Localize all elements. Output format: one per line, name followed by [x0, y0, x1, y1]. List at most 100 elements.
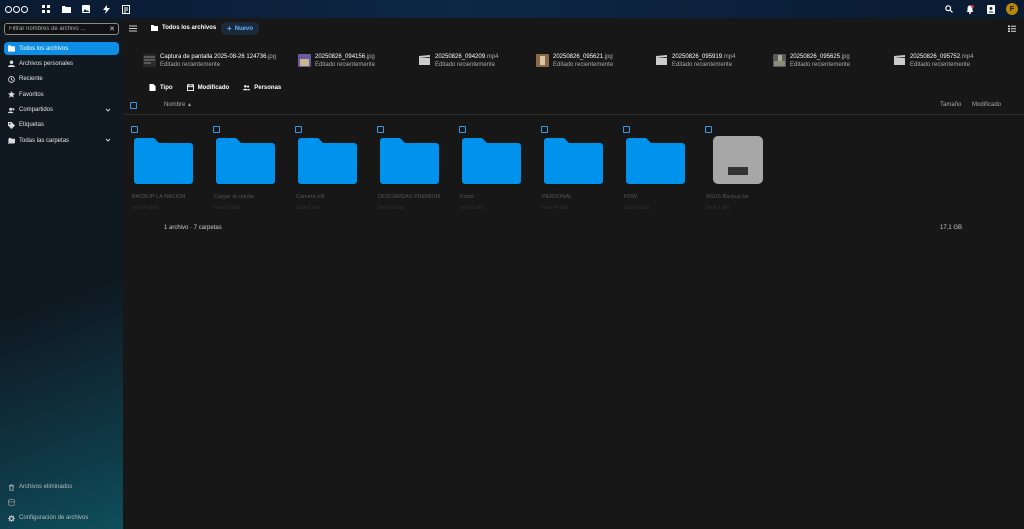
chevron-down-icon[interactable] [105, 107, 111, 113]
recent-file-ext: .mp4 [960, 54, 974, 60]
notes-icon[interactable] [120, 3, 132, 15]
tile-checkbox[interactable] [705, 126, 712, 133]
share-icon [8, 107, 15, 113]
view-toggle-icon[interactable] [1008, 25, 1016, 32]
recent-file-status: Editado recientemente [435, 62, 496, 68]
sidebar-item-personal-files[interactable]: Archivos personales [4, 57, 119, 70]
sidebar-item-tags[interactable]: Etiquetas [4, 119, 119, 132]
select-all-checkbox[interactable] [130, 102, 137, 109]
filter-chips: Tipo Modificado Personas [149, 84, 281, 91]
sidebar-item-favorites[interactable]: Favoritos [4, 88, 119, 101]
tile-checkbox[interactable] [459, 126, 466, 133]
folder-icon [626, 138, 685, 184]
tile-date: hace 3 días [378, 205, 404, 211]
sidebar-item-storage[interactable] [4, 496, 119, 509]
recent-file-status: Editado recientemente [315, 62, 376, 68]
folder-tile[interactable]: PERSONAL hace 4 días [533, 123, 615, 213]
tile-checkbox[interactable] [623, 126, 630, 133]
folder-tile[interactable]: Cargar al celular hace 2 días [205, 123, 287, 213]
sidebar-item-all-folders[interactable]: Todas las carpetas [4, 134, 119, 147]
filter-field[interactable]: ✕ [4, 23, 119, 35]
folder-tile[interactable]: Camera roll hace 1 día [287, 123, 369, 213]
dashboard-icon[interactable] [40, 3, 52, 15]
recent-file[interactable]: 20250826_094209.mp4 Editado recientement… [418, 54, 498, 68]
recent-file-name: 20250826_095752 [910, 54, 961, 60]
tile-name: ASUS Backup.tar [706, 194, 749, 200]
recent-file[interactable]: Captura de pantalla 2025-08-26 124736.jp… [143, 54, 276, 68]
recent-file[interactable]: 20250826_095752.mp4 Editado recientement… [893, 54, 973, 68]
tag-icon [8, 121, 15, 129]
recent-file-ext: .mp4 [722, 54, 736, 60]
screenshot-thumbnail [143, 54, 156, 67]
filter-type[interactable]: Tipo [149, 84, 173, 91]
user-avatar[interactable]: F [1006, 3, 1018, 15]
activity-icon[interactable] [100, 3, 112, 15]
recent-file-status: Editado recientemente [553, 62, 614, 68]
folder-tile[interactable]: BACKUP LA NACION hace 4 días [123, 123, 205, 213]
notifications-icon[interactable] [964, 3, 976, 15]
tile-date: hace 1 día [296, 205, 320, 211]
sidebar-item-label: Todos los archivos [19, 45, 69, 52]
tile-checkbox[interactable] [131, 126, 138, 133]
tile-name: POW [624, 194, 638, 200]
summary-count: 1 archivo · 7 carpetas [164, 225, 222, 231]
sidebar-item-shared[interactable]: Compartidos [4, 104, 119, 117]
sidebar-item-files-settings[interactable]: Configuración de archivos [4, 512, 119, 525]
tile-name: Fotos [460, 194, 474, 200]
tile-checkbox[interactable] [541, 126, 548, 133]
menu-toggle-icon[interactable] [129, 25, 137, 32]
recent-file-status: Editado recientemente [790, 62, 851, 68]
filter-people[interactable]: Personas [243, 84, 281, 91]
tile-checkbox[interactable] [213, 126, 220, 133]
sidebar-item-all-files[interactable]: Todos los archivos [4, 42, 119, 55]
sidebar-item-label: Etiquetas [19, 122, 45, 129]
filter-label: Modificado [197, 84, 230, 91]
recent-file[interactable]: 20250826_094156.jpg Editado recientement… [298, 54, 375, 68]
tile-checkbox[interactable] [295, 126, 302, 133]
list-summary: 1 archivo · 7 carpetas 17,1 GB [123, 219, 1024, 237]
recent-file[interactable]: 20250826_095919.mp4 Editado recientement… [655, 54, 735, 68]
photos-icon[interactable] [80, 3, 92, 15]
folder-tile[interactable]: DESCARGAS PREMIUM hace 3 días [369, 123, 451, 213]
plus-icon: + [226, 24, 232, 33]
archive-tile[interactable]: ASUS Backup.tar hace 1 día [697, 123, 779, 213]
column-size[interactable]: Tamaño [940, 102, 961, 108]
file-icon [149, 84, 156, 91]
folder-icon [544, 138, 603, 184]
search-icon[interactable] [943, 3, 955, 15]
column-name[interactable]: Nombre ▲ [164, 102, 192, 108]
folder-icon [298, 138, 357, 184]
main-content: Todos los archivos + Nuevo Captura de pa… [123, 18, 1024, 529]
nextcloud-logo[interactable] [5, 4, 29, 14]
filter-input[interactable] [9, 26, 104, 32]
archive-icon [713, 136, 763, 184]
sidebar: ✕ Todos los archivos Archivos personales… [0, 18, 123, 529]
contacts-icon[interactable] [985, 3, 997, 15]
user-icon [8, 60, 15, 68]
folder-multiple-icon [8, 138, 15, 145]
folder-tile[interactable]: Fotos hace 1 día [451, 123, 533, 213]
recent-file[interactable]: 20250826_095625.jpg Editado recientement… [773, 54, 850, 68]
recent-file-ext: .jpg [603, 54, 613, 60]
breadcrumb[interactable]: Todos los archivos [151, 25, 216, 31]
recent-file-name: 20250826_095625 [790, 54, 841, 60]
sidebar-item-label: Reciente [19, 76, 43, 83]
summary-size: 17,1 GB [939, 225, 962, 231]
chevron-down-icon[interactable] [105, 137, 111, 143]
sidebar-item-label: Archivos personales [19, 60, 74, 67]
tile-name: BACKUP LA NACION [132, 194, 186, 200]
tile-checkbox[interactable] [377, 126, 384, 133]
column-modified[interactable]: Modificado [972, 102, 1001, 108]
folder-tile[interactable]: POW hace 3 días [615, 123, 697, 213]
close-icon[interactable]: ✕ [109, 25, 115, 33]
sidebar-item-recent[interactable]: Reciente [4, 73, 119, 86]
tile-name: PERSONAL [542, 194, 572, 200]
top-bar: F [0, 0, 1024, 18]
files-icon[interactable] [60, 3, 72, 15]
video-icon [419, 55, 430, 65]
recent-file-status: Editado recientemente [910, 62, 971, 68]
new-button[interactable]: + Nuevo [221, 22, 259, 35]
sidebar-item-deleted-files[interactable]: Archivos eliminados [4, 481, 119, 494]
filter-modified[interactable]: Modificado [186, 84, 230, 91]
recent-file[interactable]: 20250826_095621.jpg Editado recientement… [536, 54, 613, 68]
